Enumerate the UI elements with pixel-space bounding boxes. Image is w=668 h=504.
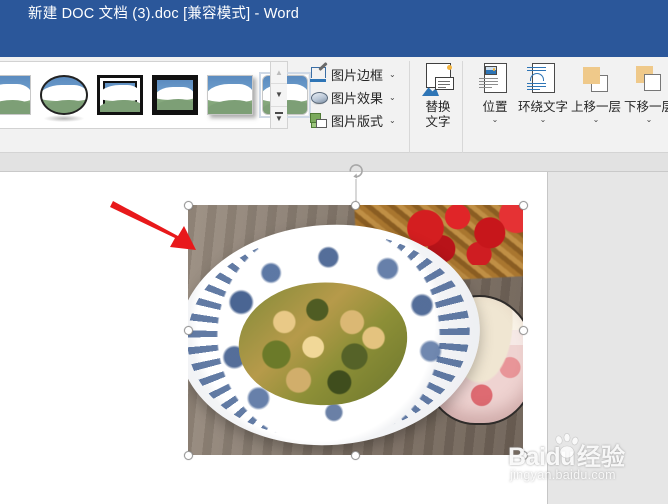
handle-top-right[interactable] (518, 200, 528, 210)
bring-forward-button[interactable]: 上移一层 ⌄ (570, 62, 622, 124)
gallery-scroll-down-button[interactable]: ▼ (271, 84, 287, 107)
picture-style-thumb[interactable] (207, 75, 253, 115)
handle-bottom-left[interactable] (183, 450, 193, 460)
picture-layout-label: 图片版式 (331, 114, 384, 129)
chevron-down-icon[interactable]: ⌄ (389, 93, 396, 102)
gallery-scroll-up-button[interactable]: ▲ (271, 62, 287, 85)
ruler-band (0, 153, 668, 172)
bring-forward-label: 上移一层 (570, 100, 621, 114)
wrap-text-label: 环绕文字 (517, 100, 568, 114)
chevron-up-icon: ▲ (275, 67, 283, 77)
handle-bottom-center[interactable] (351, 450, 360, 460)
picture-effects-label: 图片效果 (331, 91, 384, 106)
picture-style-thumb[interactable] (40, 75, 88, 122)
wrap-text-icon (525, 62, 561, 98)
picture-effects-icon (310, 89, 328, 106)
chevron-down-icon[interactable]: ⌄ (540, 116, 547, 124)
send-backward-label: 下移一层 (623, 100, 668, 114)
landscape-thumb-icon (97, 75, 143, 115)
picture-layout-icon (310, 112, 327, 129)
chevron-down-icon: ▼ (275, 89, 283, 99)
alt-text-button[interactable]: 替换 文字 (412, 62, 464, 130)
picture-style-thumb[interactable] (97, 75, 143, 115)
send-backward-button[interactable]: 下移一层 ⌄ (623, 62, 668, 124)
title-bar: 新建 DOC 文档 (3).doc [兼容模式] - Word (0, 0, 668, 57)
handle-top-center[interactable] (351, 200, 360, 210)
landscape-thumb-icon (152, 75, 198, 115)
chevron-down-icon[interactable]: ⌄ (389, 70, 396, 79)
picture-border-icon (310, 61, 328, 83)
selected-picture[interactable] (183, 164, 528, 460)
alt-text-icon (420, 62, 456, 98)
picture-image[interactable] (188, 205, 523, 455)
window-title: 新建 DOC 文档 (3).doc [兼容模式] - Word (28, 6, 299, 22)
picture-border-button[interactable]: 图片边框 ⌄ (310, 61, 402, 86)
picture-border-label: 图片边框 (331, 68, 384, 83)
more-icon: ▼ (275, 112, 283, 123)
alt-text-label-line2: 文字 (425, 115, 451, 129)
wrap-text-button[interactable]: 环绕文字 ⌄ (517, 62, 569, 124)
handle-middle-right[interactable] (518, 325, 528, 335)
gallery-scrollbar[interactable]: ▲ ▼ ▼ (270, 62, 287, 128)
gallery-more-button[interactable]: ▼ (271, 106, 287, 128)
picture-styles-gallery[interactable]: ▲ ▼ ▼ (0, 61, 311, 129)
position-label: 位置 (482, 100, 508, 114)
chevron-down-icon[interactable]: ⌄ (593, 116, 600, 124)
rotate-handle[interactable] (346, 161, 365, 180)
picture-style-thumb[interactable] (152, 75, 198, 115)
handle-middle-left[interactable] (183, 325, 193, 335)
chevron-down-icon[interactable]: ⌄ (389, 116, 396, 125)
landscape-thumb-icon (0, 75, 31, 115)
landscape-thumb-icon (207, 75, 253, 115)
handle-bottom-right[interactable] (518, 450, 528, 460)
landscape-thumb-icon (40, 75, 88, 115)
picture-layout-button[interactable]: 图片版式 ⌄ (310, 109, 402, 132)
picture-effects-button[interactable]: 图片效果 ⌄ (310, 86, 402, 109)
position-button[interactable]: 位置 ⌄ (469, 62, 521, 124)
ribbon: ▲ ▼ ▼ 图片边框 ⌄ 图片效果 ⌄ 图片版式 ⌄ 替换 文字 位置 ⌄ 环绕… (0, 57, 668, 209)
send-backward-icon (631, 62, 667, 98)
bring-forward-icon (578, 62, 614, 98)
annotation-arrow (110, 201, 196, 250)
picture-style-thumb[interactable] (0, 75, 31, 115)
chevron-down-icon[interactable]: ⌄ (646, 116, 653, 124)
word-window: 新建 DOC 文档 (3).doc [兼容模式] - Word ▲ ▼ ▼ 图片… (0, 0, 668, 504)
position-icon (477, 62, 513, 98)
chevron-down-icon[interactable]: ⌄ (492, 116, 499, 124)
picture-style-options: 图片边框 ⌄ 图片效果 ⌄ 图片版式 ⌄ (310, 61, 402, 132)
alt-text-label-line1: 替换 (425, 100, 451, 114)
